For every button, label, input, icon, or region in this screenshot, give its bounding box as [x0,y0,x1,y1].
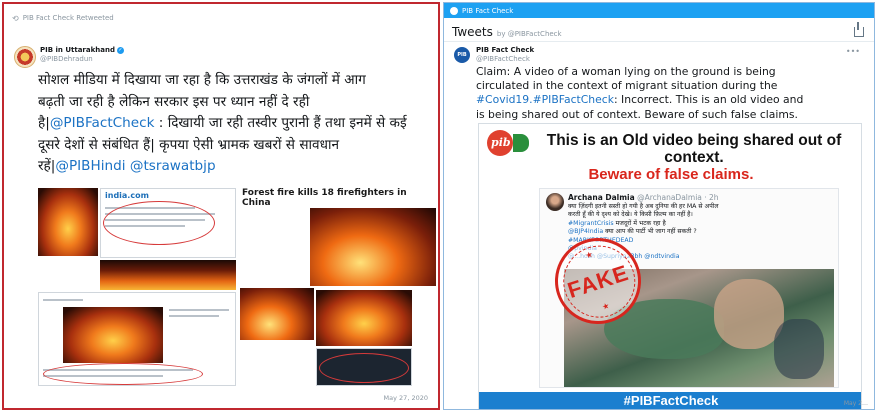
account-name[interactable]: PIB Fact Check [476,46,534,55]
account-info[interactable]: PIB Fact Check @PIBFactCheck [476,46,534,64]
tweet-line: बढ़ती जा रही है लेकिन सरकार इस पर ध्यान … [38,93,310,110]
image-warning: Beware of false claims. [588,166,754,183]
tweets-label: Tweets [452,25,493,39]
forest-fire-photo [310,208,436,286]
tweet-line: है|@PIBFactCheck : दिखायी जा रही तस्वीर … [38,115,407,131]
highlight-circle [43,363,203,385]
mention-link[interactable]: @tsrawatbjp [130,158,216,174]
fake-stamp-text: FAKE [564,259,632,304]
account-info[interactable]: PIB in Uttarakhand ✓ @PIBDehradun [40,46,124,64]
tweet-line: Claim: A video of a woman lying on the g… [476,65,776,78]
image-headline: This is an Old video being shared out of… [546,132,842,166]
account-handle[interactable]: @PIBFactCheck [476,55,534,64]
timestamp[interactable]: May 27, 2020 [384,394,428,402]
forest-fire-photo [38,188,98,256]
topbar-label: PIB Fact Check [462,6,514,15]
tweet-line: is being shared out of context. Beware o… [476,107,798,121]
more-options-icon[interactable]: ••• [846,47,860,56]
timestamp[interactable]: May 2… [844,400,868,407]
news-article-screenshot [316,348,412,386]
profile-topbar: PIB Fact Check [444,3,874,18]
account-handle[interactable]: @PIBDehradun [40,55,124,64]
tweet-line: #Covid19.#PIBFactCheck: Incorrect. This … [476,93,804,107]
tweet-image-collage[interactable]: india.com Forest fire kills 18 firefight… [38,186,436,386]
tweet-line: सोशल मीडिया में दिखाया जा रहा है कि उत्त… [38,72,366,88]
news-article-screenshot: india.com [100,188,236,258]
highlight-circle [319,353,409,383]
forest-fire-photo [316,290,412,346]
news-article-screenshot [38,292,236,386]
tweet-text: सोशल मीडिया में दिखाया जा रहा है कि उत्त… [38,70,436,178]
tweet-text: Claim: A video of a woman lying on the g… [476,65,870,122]
tweet-line: circulated in the context of migrant sit… [476,79,778,93]
retweet-icon: ⟲ [12,13,19,23]
highlight-circle [103,201,215,245]
hashtag-link[interactable]: #Covid19.#PIBFactCheck [476,93,614,106]
site-logo: india.com [105,191,149,200]
retweet-indicator: ⟲ PIB Fact Check Retweeted [12,12,114,24]
fact-check-banner: #PIBFactCheck [479,392,861,409]
avatar[interactable] [14,46,36,68]
account-name[interactable]: PIB in Uttarakhand [40,46,115,54]
verified-badge-icon: ✓ [116,46,124,54]
mention-link[interactable]: @PIBHindi [55,158,125,174]
tweets-header: Tweets by @PIBFactCheck [452,25,562,39]
divider [444,41,874,42]
right-screenshot-panel: PIB Fact Check Tweets by @PIBFactCheck PI… [443,2,875,410]
forest-fire-photo [240,288,314,340]
avatar [546,193,564,211]
fact-check-image[interactable]: pib This is an Old video being shared ou… [478,123,862,409]
tweet-line: दूसरे देशों से संबंधित हैं| कृपया ऐसी भ्… [38,136,340,153]
retweet-label: PIB Fact Check Retweeted [22,14,114,22]
twitter-bird-icon [450,6,458,15]
share-icon[interactable] [854,22,864,37]
news-headline: Forest fire kills 18 firefighters in Chi… [242,188,407,208]
left-screenshot-panel: ⟲ PIB Fact Check Retweeted PIB in Uttara… [2,2,440,410]
mention-link[interactable]: @PIBFactCheck [50,115,155,131]
forest-fire-photo [100,260,236,290]
pib-logo: pib [487,130,529,156]
avatar[interactable]: PIB [454,47,470,63]
tweet-line: रहें|@PIBHindi @tsrawatbjp [38,158,216,174]
embedded-account: Archana Dalmia @ArchanaDalmia · 2h [568,193,719,202]
tweets-by-label[interactable]: by @PIBFactCheck [497,30,562,38]
